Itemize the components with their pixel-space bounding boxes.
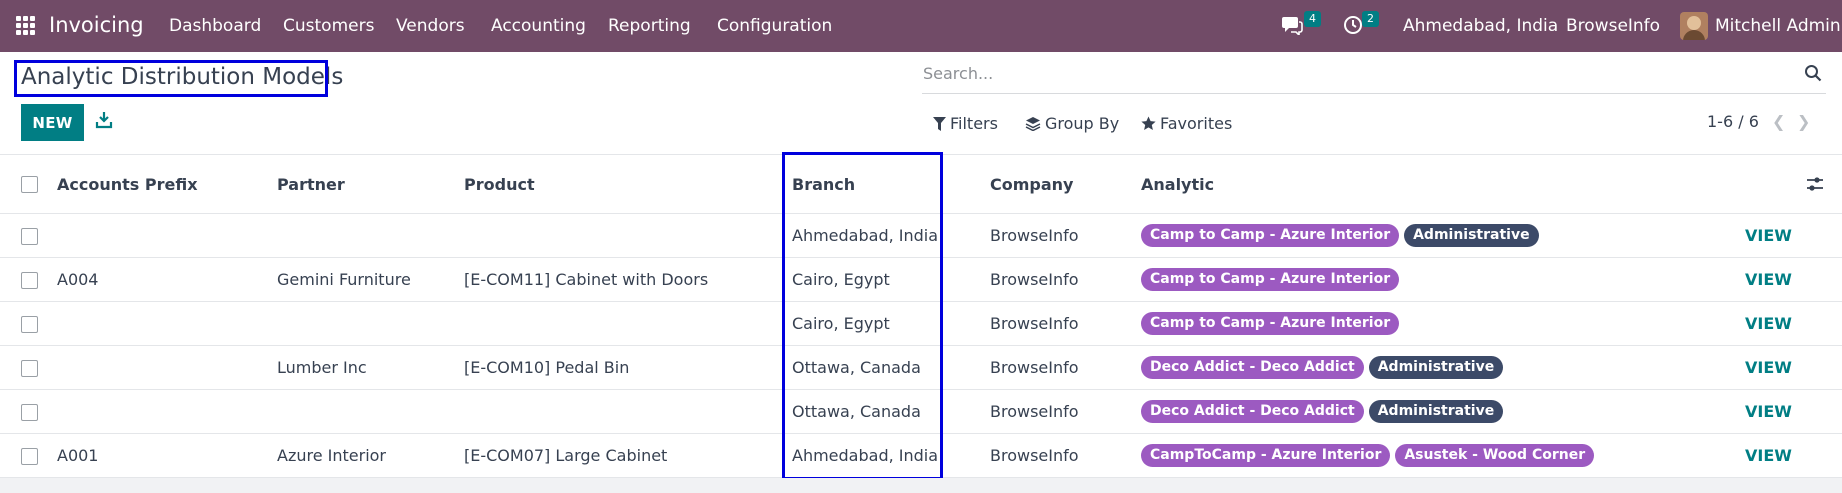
cell-accounts-prefix: A004 bbox=[57, 270, 99, 289]
view-button[interactable]: VIEW bbox=[1745, 358, 1792, 377]
analytic-tag: Asustek - Wood Corner bbox=[1395, 444, 1595, 467]
cell-company: BrowseInfo bbox=[990, 270, 1079, 289]
search-bar bbox=[922, 58, 1826, 94]
column-accounts-prefix[interactable]: Accounts Prefix bbox=[57, 175, 198, 194]
star-icon bbox=[1141, 116, 1156, 130]
filters-label: Filters bbox=[950, 114, 998, 133]
cell-product: [E-COM10] Pedal Bin bbox=[464, 358, 630, 377]
app-name[interactable]: Invoicing bbox=[49, 13, 144, 37]
view-button[interactable]: VIEW bbox=[1745, 446, 1792, 465]
branch-switcher[interactable]: Ahmedabad, India bbox=[1403, 16, 1558, 36]
cell-partner: Lumber Inc bbox=[277, 358, 367, 377]
menu-vendors[interactable]: Vendors bbox=[396, 16, 465, 36]
menu-accounting[interactable]: Accounting bbox=[491, 16, 586, 36]
branch-column-highlight-box bbox=[782, 152, 943, 480]
cell-partner: Gemini Furniture bbox=[277, 270, 411, 289]
column-company[interactable]: Company bbox=[990, 175, 1073, 194]
optional-columns-icon[interactable] bbox=[1806, 175, 1824, 193]
column-analytic[interactable]: Analytic bbox=[1141, 175, 1214, 194]
menu-reporting[interactable]: Reporting bbox=[608, 16, 691, 36]
view-button[interactable]: VIEW bbox=[1745, 402, 1792, 421]
cell-company: BrowseInfo bbox=[990, 314, 1079, 333]
select-all-checkbox[interactable] bbox=[21, 176, 38, 193]
app-grid-icon[interactable] bbox=[16, 16, 35, 35]
layers-icon bbox=[1025, 117, 1041, 131]
analytic-tag: Deco Addict - Deco Addict bbox=[1141, 356, 1364, 379]
analytic-tags: Deco Addict - Deco Addict Administrative bbox=[1141, 400, 1504, 423]
row-checkbox[interactable] bbox=[21, 448, 38, 465]
column-partner[interactable]: Partner bbox=[277, 175, 345, 194]
title-highlight-box bbox=[14, 60, 328, 97]
cell-company: BrowseInfo bbox=[990, 358, 1079, 377]
new-button[interactable]: NEW bbox=[21, 104, 84, 141]
analytic-tags: Camp to Camp - Azure Interior bbox=[1141, 312, 1400, 335]
filter-icon bbox=[933, 116, 946, 131]
analytic-tag: Deco Addict - Deco Addict bbox=[1141, 400, 1364, 423]
search-icon[interactable] bbox=[1804, 64, 1822, 82]
menu-customers[interactable]: Customers bbox=[283, 16, 374, 36]
column-product[interactable]: Product bbox=[464, 175, 535, 194]
analytic-tags: Camp to Camp - Azure Interior bbox=[1141, 268, 1400, 291]
view-button[interactable]: VIEW bbox=[1745, 270, 1792, 289]
analytic-tags: Deco Addict - Deco Addict Administrative bbox=[1141, 356, 1504, 379]
cell-company: BrowseInfo bbox=[990, 446, 1079, 465]
cell-partner: Azure Interior bbox=[277, 446, 387, 465]
search-input[interactable] bbox=[922, 58, 1772, 88]
favorites-label: Favorites bbox=[1160, 114, 1233, 133]
user-menu[interactable]: Mitchell Admin bbox=[1715, 16, 1841, 36]
cell-product: [E-COM11] Cabinet with Doors bbox=[464, 270, 709, 289]
cell-accounts-prefix: A001 bbox=[57, 446, 99, 465]
groupby-button[interactable]: Group By bbox=[1025, 114, 1119, 133]
row-checkbox[interactable] bbox=[21, 316, 38, 333]
chat-icon[interactable] bbox=[1281, 15, 1303, 39]
analytic-tag: CampToCamp - Azure Interior bbox=[1141, 444, 1391, 467]
menu-dashboard[interactable]: Dashboard bbox=[169, 16, 261, 36]
filters-button[interactable]: Filters bbox=[933, 114, 998, 133]
row-checkbox[interactable] bbox=[21, 272, 38, 289]
cell-product: [E-COM07] Large Cabinet bbox=[464, 446, 668, 465]
pager-prev-icon[interactable]: ❮ bbox=[1772, 112, 1785, 131]
pager-next-icon[interactable]: ❯ bbox=[1797, 112, 1810, 131]
row-checkbox[interactable] bbox=[21, 228, 38, 245]
row-checkbox[interactable] bbox=[21, 404, 38, 421]
view-button[interactable]: VIEW bbox=[1745, 226, 1792, 245]
messages-badge: 4 bbox=[1304, 11, 1321, 27]
menu-configuration[interactable]: Configuration bbox=[717, 16, 832, 36]
analytic-tags: Camp to Camp - Azure Interior Administrat… bbox=[1141, 224, 1539, 247]
analytic-tags: CampToCamp - Azure Interior Asustek - Woo… bbox=[1141, 444, 1595, 467]
top-navbar: Invoicing Dashboard Customers Vendors Ac… bbox=[0, 0, 1842, 52]
download-icon[interactable] bbox=[95, 111, 113, 129]
groupby-label: Group By bbox=[1045, 114, 1120, 133]
analytic-tag: Camp to Camp - Azure Interior bbox=[1141, 224, 1400, 247]
analytic-tag: Administrative bbox=[1368, 400, 1504, 423]
user-avatar[interactable] bbox=[1680, 12, 1708, 40]
analytic-tag: Camp to Camp - Azure Interior bbox=[1141, 268, 1400, 291]
analytic-tag: Administrative bbox=[1404, 224, 1539, 247]
favorites-button[interactable]: Favorites bbox=[1141, 114, 1232, 133]
cell-company: BrowseInfo bbox=[990, 402, 1079, 421]
activities-badge: 2 bbox=[1362, 11, 1379, 27]
pager-value[interactable]: 1-6 / 6 bbox=[1707, 112, 1759, 131]
cell-company: BrowseInfo bbox=[990, 226, 1079, 245]
view-button[interactable]: VIEW bbox=[1745, 314, 1792, 333]
row-checkbox[interactable] bbox=[21, 360, 38, 377]
list-footer bbox=[0, 478, 1842, 493]
clock-icon[interactable] bbox=[1343, 15, 1363, 39]
company-switcher[interactable]: BrowseInfo bbox=[1566, 16, 1660, 36]
analytic-tag: Camp to Camp - Azure Interior bbox=[1141, 312, 1400, 335]
analytic-tag: Administrative bbox=[1368, 356, 1504, 379]
